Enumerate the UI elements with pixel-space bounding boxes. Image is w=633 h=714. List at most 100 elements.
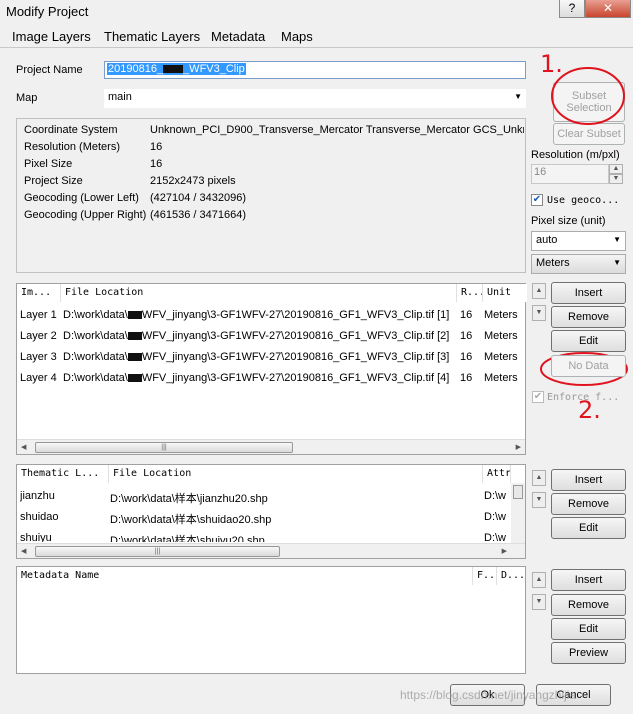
image-layers-table: Im... File Location R... Unit Layer 1 D:\… [16, 283, 527, 455]
column-header-attr[interactable]: Attr [483, 465, 511, 483]
use-geocoding-checkbox[interactable]: ✔ [531, 194, 543, 206]
thematic-location: D:\work\data\样本\jianzhu20.shp [110, 493, 268, 505]
thematic-vscroll[interactable] [511, 483, 525, 544]
info-key: Geocoding (Upper Right) [24, 209, 147, 221]
move-down-icon[interactable]: ▼ [532, 492, 546, 508]
spin-up-icon[interactable]: ▲ [609, 164, 623, 174]
thematic-insert-button[interactable]: Insert [551, 469, 626, 491]
layer-location: D:\work\data\ WFV_jinyang\3-GF1WFV-27\201… [63, 351, 453, 363]
table-row[interactable]: Layer 4 D:\work\data\ WFV_jinyang\3-GF1WFV… [17, 369, 525, 389]
resolution-label: Resolution (m/pxl) [531, 149, 620, 161]
thematic-location: D:\work\data\样本\shuidao20.shp [110, 514, 272, 526]
unit-value: Meters [536, 257, 570, 269]
column-header-resolution[interactable]: R... [457, 284, 483, 302]
scrollbar-thumb[interactable]: ||| [35, 442, 293, 453]
tab-metadata[interactable]: Metadata [211, 29, 265, 44]
column-header-location[interactable]: File Location [61, 284, 457, 302]
pixel-size-select[interactable]: auto ▼ [531, 231, 626, 251]
scroll-left-icon[interactable]: ◀ [21, 547, 26, 555]
layer-location-rest: WFV_jinyang\3-GF1WFV-27\20190816_GF1_WFV… [141, 309, 450, 321]
column-header-unit[interactable]: Unit [483, 284, 527, 302]
image-layers-hscroll[interactable]: ◀ ||| ▶ [17, 439, 525, 454]
spin-down-icon[interactable]: ▼ [609, 174, 623, 184]
move-down-icon[interactable]: ▼ [532, 594, 546, 610]
project-info-panel: Coordinate System Unknown_PCI_D900_Transv… [16, 118, 526, 273]
scrollbar-thumb[interactable]: ||| [35, 546, 280, 557]
watermark: https://blog.csdn.net/jinyangzhijia [400, 688, 577, 702]
map-select-value: main [108, 91, 132, 103]
thematic-name: shuiyu [20, 532, 52, 542]
layer-location: D:\work\data\ WFV_jinyang\3-GF1WFV-27\201… [63, 330, 453, 342]
redaction-mark [127, 311, 142, 320]
thematic-name: shuidao [20, 511, 59, 523]
table-row[interactable]: jianzhu D:\work\data\样本\jianzhu20.shp D:\w [17, 487, 511, 507]
move-up-icon[interactable]: ▲ [532, 470, 546, 486]
tab-thematic-layers[interactable]: Thematic Layers [104, 29, 200, 44]
resolution-input[interactable]: 16 [531, 164, 609, 184]
chevron-down-icon: ▼ [514, 92, 522, 101]
column-header-thematic-name[interactable]: Thematic L... [17, 465, 109, 483]
layer-resolution: 16 [460, 330, 473, 342]
table-row[interactable]: Layer 3 D:\work\data\ WFV_jinyang\3-GF1WFV… [17, 348, 525, 368]
metadata-preview-button[interactable]: Preview [551, 642, 626, 664]
image-remove-button[interactable]: Remove [551, 306, 626, 328]
image-insert-button[interactable]: Insert [551, 282, 626, 304]
enforce-checkbox[interactable]: ✔ [532, 391, 544, 403]
layer-location: D:\work\data\ WFV_jinyang\3-GF1WFV-27\201… [63, 309, 453, 321]
tab-maps[interactable]: Maps [281, 29, 313, 44]
info-value: Unknown_PCI_D900_Transverse_Mercator Tra… [150, 124, 524, 136]
no-data-button[interactable]: No Data [551, 355, 626, 377]
thematic-edit-button[interactable]: Edit [551, 517, 626, 539]
thematic-layers-table: Thematic L... File Location Attr jianzhu… [16, 464, 526, 559]
help-button[interactable]: ? [559, 0, 585, 18]
metadata-edit-button[interactable]: Edit [551, 618, 626, 640]
table-row[interactable]: Layer 2 D:\work\data\ WFV_jinyang\3-GF1WFV… [17, 327, 525, 347]
layer-location-rest: WFV_jinyang\3-GF1WFV-27\20190816_GF1_WFV… [141, 351, 450, 363]
scrollbar-thumb[interactable] [513, 485, 523, 499]
pixel-size-label: Pixel size (unit) [531, 215, 606, 227]
layer-location-rest: WFV_jinyang\3-GF1WFV-27\20190816_GF1_WFV… [141, 372, 450, 384]
scroll-right-icon[interactable]: ▶ [502, 547, 507, 555]
column-header-metadata-name[interactable]: Metadata Name [17, 567, 473, 585]
menu-bar: Image Layers Thematic Layers Metadata Ma… [0, 25, 633, 47]
metadata-table: Metadata Name F... D... [16, 566, 526, 674]
move-up-icon[interactable]: ▲ [532, 572, 546, 588]
column-header-d[interactable]: D... [497, 567, 525, 585]
thematic-hscroll[interactable]: ◀ ||| ▶ [17, 543, 525, 558]
layer-location-prefix: D:\work\data\ [63, 351, 128, 363]
layer-resolution: 16 [460, 372, 473, 384]
column-header-f[interactable]: F... [473, 567, 497, 585]
thematic-remove-button[interactable]: Remove [551, 493, 626, 515]
move-up-icon[interactable]: ▲ [532, 283, 546, 299]
thematic-attr: D:\w [484, 511, 506, 523]
scroll-right-icon[interactable]: ▶ [516, 443, 521, 451]
pixel-size-value: auto [536, 234, 558, 246]
table-row[interactable]: shuiyu D:\work\data\样本\shuiyu20.shp D:\w [17, 529, 511, 542]
thematic-attr: D:\w [484, 532, 506, 542]
window-title: Modify Project [6, 4, 89, 19]
info-value: 16 [150, 141, 163, 153]
move-down-icon[interactable]: ▼ [532, 305, 546, 321]
image-edit-button[interactable]: Edit [551, 330, 626, 352]
table-row[interactable]: shuidao D:\work\data\样本\shuidao20.shp D:\w [17, 508, 511, 528]
column-header-name[interactable]: Im... [17, 284, 61, 302]
redaction-mark [127, 374, 142, 383]
column-header-thematic-location[interactable]: File Location [109, 465, 483, 483]
metadata-insert-button[interactable]: Insert [551, 569, 626, 591]
unit-select[interactable]: Meters ▼ [531, 254, 626, 274]
redaction-mark [163, 65, 184, 74]
layer-unit: Meters [484, 351, 518, 363]
thematic-location: D:\work\data\样本\shuiyu20.shp [110, 535, 265, 542]
project-name-input[interactable]: 20190816_ _WFV3_Clip [104, 61, 526, 79]
layer-location: D:\work\data\ WFV_jinyang\3-GF1WFV-27\201… [63, 372, 453, 384]
scroll-left-icon[interactable]: ◀ [21, 443, 26, 451]
layer-name: Layer 2 [20, 330, 57, 342]
info-key: Project Size [24, 175, 83, 187]
info-value: 2152x2473 pixels [150, 175, 236, 187]
redaction-mark [127, 332, 142, 341]
table-row[interactable]: Layer 1 D:\work\data\ WFV_jinyang\3-GF1WFV… [17, 306, 525, 326]
map-select[interactable]: main ▼ [104, 89, 526, 108]
metadata-remove-button[interactable]: Remove [551, 594, 626, 616]
close-button[interactable]: ✕ [585, 0, 631, 18]
tab-image-layers[interactable]: Image Layers [12, 29, 91, 44]
